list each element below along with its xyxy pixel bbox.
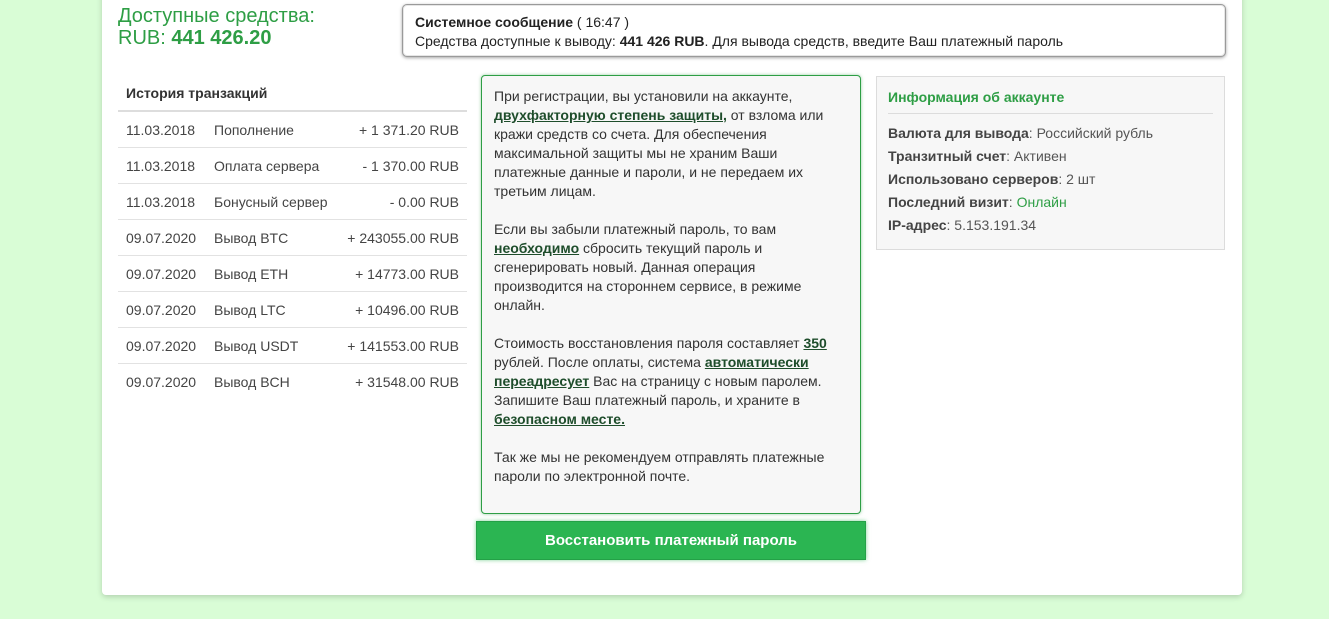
account-transit: Транзитный счет: Активен [888,148,1067,164]
date-cell: 11.03.2018 [126,193,196,210]
description-cell: Вывод ETH [214,265,289,282]
description-cell: Вывод BCH [214,374,290,390]
date-cell: 09.07.2020 [126,265,197,282]
funds-amount: 441 426.20 [171,27,272,49]
account-currency-label: Валюта для вывода [888,125,1029,141]
description-cell: Бонусный сервер [214,193,328,210]
necessary-link[interactable]: необходимо [494,240,579,256]
funds-value: RUB: 441 426.20 [118,27,315,49]
history-rows: 11.03.2018 Пополнение + 1 371.20 RUB 11.03.… [118,112,467,400]
table-row: 11.03.2018 Оплата сервера - 1 370.00 RUB [118,148,467,184]
system-message-title: Системное сообщение [415,14,573,30]
date-cell: 11.03.2018 [126,157,196,174]
table-row: 09.07.2020 Вывод BCH + 31548.00 RUB [118,364,467,400]
account-transit-label: Транзитный счет [888,148,1007,164]
date-cell: 09.07.2020 [126,374,197,390]
account-visit-value: Онлайн [1016,194,1067,210]
amount-cell: + 141553.00 RUB [347,337,459,354]
safe-place-link[interactable]: безопасном месте. [494,411,625,427]
notice-text: Запишите Ваш платежный пароль, и храните… [494,392,800,408]
table-row: 11.03.2018 Пополнение + 1 371.20 RUB [118,112,467,148]
amount-cell: - 1 370.00 RUB [362,157,460,174]
table-row: 11.03.2018 Бонусный сервер - 0.00 RUB [118,184,467,220]
amount-cell: + 10496.00 RUB [355,301,459,318]
account-last-visit: Последний визит: Онлайн [888,194,1067,210]
account-ip-label: IP-адрес [888,217,947,233]
account-servers-value: 2 шт [1062,171,1096,187]
description-cell: Оплата сервера [214,157,320,174]
account-info: Информация об аккаунте Валюта для вывода… [876,76,1225,250]
date-cell: 11.03.2018 [126,121,196,138]
description-cell: Пополнение [214,121,294,138]
account-currency-value: Российский рубль [1032,125,1154,141]
notice-text: Так же мы не рекомендуем отправлять плат… [494,449,825,484]
date-cell: 09.07.2020 [126,337,197,354]
description-cell: Вывод BTC [214,229,289,246]
account-servers: Использовано серверов: 2 шт [888,171,1096,187]
available-funds: Доступные средства: RUB: 441 426.20 [118,5,315,49]
account-servers-label: Использовано серверов [888,171,1059,187]
notice-text: Стоимость восстановления пароля составля… [494,335,804,351]
funds-currency: RUB: [118,27,166,49]
table-row: 09.07.2020 Вывод USDT + 141553.00 RUB [118,328,467,364]
amount-cell: + 243055.00 RUB [347,229,459,246]
system-message: Системное сообщение ( 16:47 ) Средства д… [402,4,1226,57]
account-currency: Валюта для вывода: Российский рубль [888,125,1154,141]
description-cell: Вывод LTC [214,301,286,318]
notice-text: рублей. После оплаты, система [494,354,705,370]
funds-label: Доступные средства: [118,5,315,27]
account-visit-label: Последний визит [888,194,1009,210]
price-link[interactable]: 350 [803,335,826,351]
notice-text: Если вы забыли платежный пароль, то вам [494,221,777,237]
date-cell: 09.07.2020 [126,301,197,318]
table-row: 09.07.2020 Вывод LTC + 10496.00 RUB [118,292,467,328]
account-transit-value: Активен [1010,148,1067,164]
notice-text: При регистрации, вы установили на аккаун… [494,88,793,104]
date-cell: 09.07.2020 [126,229,197,246]
system-message-text: Средства доступные к выводу: [415,33,620,49]
account-info-title: Информация об аккаунте [888,89,1213,114]
table-row: 09.07.2020 Вывод ETH + 14773.00 RUB [118,256,467,292]
amount-cell: - 0.00 RUB [389,193,459,210]
account-ip-value: 5.153.191.34 [950,217,1037,233]
system-message-text-after: . Для вывода средств, введите Ваш платеж… [704,33,1064,49]
two-factor-link[interactable]: двухфакторную степень защиты, [494,107,727,123]
account-ip: IP-адрес: 5.153.191.34 [888,217,1037,233]
restore-password-button[interactable]: Восстановить платежный пароль [476,521,866,560]
system-message-amount: 441 426 RUB [619,33,705,49]
history-title: История транзакций [118,76,467,112]
transaction-history: История транзакций 11.03.2018 Пополнение +… [118,76,467,400]
description-cell: Вывод USDT [214,337,299,354]
system-message-time: ( 16:47 ) [576,14,630,30]
password-notice: При регистрации, вы установили на аккаун… [481,75,861,514]
amount-cell: + 31548.00 RUB [355,374,459,390]
notice-text: Вас на страницу с новым паролем. [589,373,822,389]
amount-cell: + 14773.00 RUB [355,265,459,282]
table-row: 09.07.2020 Вывод BTC + 243055.00 RUB [118,220,467,256]
amount-cell: + 1 371.20 RUB [358,121,459,138]
